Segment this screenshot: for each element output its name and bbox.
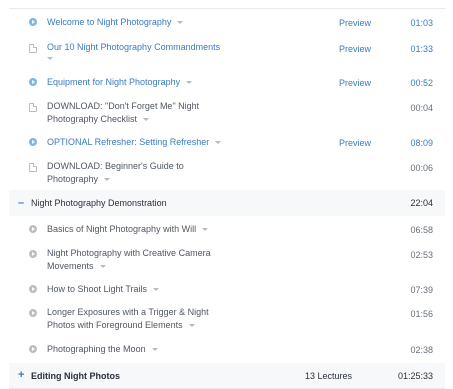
section-title[interactable]: Editing Night Photos bbox=[31, 371, 120, 381]
play-icon bbox=[29, 345, 37, 353]
lecture-title[interactable]: Longer Exposures with a Trigger & Night P… bbox=[47, 306, 209, 332]
expand-icon[interactable]: + bbox=[18, 369, 24, 381]
section-duration: 01:25:33 bbox=[397, 371, 433, 381]
document-icon bbox=[29, 44, 37, 53]
chevron-down-icon[interactable] bbox=[215, 141, 222, 144]
lecture-row[interactable]: Welcome to Night Photography Preview 01:… bbox=[9, 9, 445, 37]
chevron-down-icon[interactable] bbox=[99, 265, 106, 268]
lecture-row[interactable]: How to Shoot Light Trails 07:39 bbox=[9, 276, 445, 303]
document-icon bbox=[29, 163, 37, 172]
lecture-title[interactable]: DOWNLOAD: "Don't Forget Me" Night Photogr… bbox=[47, 100, 199, 126]
play-icon bbox=[29, 285, 37, 293]
lecture-title-text: Equipment for Night Photography bbox=[47, 77, 181, 87]
chevron-down-icon[interactable] bbox=[104, 178, 111, 181]
lecture-row[interactable]: Longer Exposures with a Trigger & Night P… bbox=[9, 302, 445, 336]
document-icon bbox=[29, 103, 37, 112]
collapse-icon[interactable]: – bbox=[18, 197, 24, 209]
lecture-row[interactable]: OPTIONAL Refresher: Setting Refresher Pr… bbox=[9, 129, 445, 157]
lecture-title[interactable]: How to Shoot Light Trails bbox=[47, 283, 160, 296]
lecture-title-text: DOWNLOAD: "Don't Forget Me" Night bbox=[47, 101, 200, 111]
play-icon bbox=[29, 138, 37, 146]
lecture-title[interactable]: Equipment for Night Photography bbox=[47, 76, 193, 89]
lecture-duration: 07:39 bbox=[410, 285, 433, 295]
section-title[interactable]: Night Photography Demonstration bbox=[31, 198, 167, 208]
lecture-title-text: OPTIONAL Refresher: Setting Refresher bbox=[47, 137, 210, 147]
lecture-title-text: Our 10 Night Photography Commandments bbox=[47, 42, 221, 52]
play-icon bbox=[29, 78, 37, 86]
section-duration: 22:04 bbox=[410, 198, 433, 208]
lecture-title[interactable]: OPTIONAL Refresher: Setting Refresher bbox=[47, 136, 222, 149]
play-icon bbox=[29, 250, 37, 258]
chevron-down-icon[interactable] bbox=[47, 57, 53, 60]
section-header[interactable]: + Editing Night Photos 13 Lectures 01:25… bbox=[9, 363, 445, 389]
lecture-duration: 01:03 bbox=[410, 18, 433, 28]
lecture-duration: 02:53 bbox=[410, 250, 433, 260]
lecture-title-text: Longer Exposures with a Trigger & Night bbox=[47, 307, 209, 317]
lecture-title[interactable]: Photographing the Moon bbox=[47, 343, 158, 356]
lecture-row[interactable]: Basics of Night Photography with Will 06… bbox=[9, 216, 445, 244]
top-divider bbox=[9, 0, 445, 9]
play-icon bbox=[29, 18, 37, 26]
lecture-duration: 00:04 bbox=[410, 103, 433, 113]
lecture-title-text: Welcome to Night Photography bbox=[47, 17, 172, 27]
lecture-title-text-line2: Photos with Foreground Elements bbox=[47, 320, 183, 330]
lecture-title[interactable]: Night Photography with Creative Camera Mo… bbox=[47, 247, 211, 273]
lecture-row[interactable]: Photographing the Moon 02:38 bbox=[9, 335, 445, 364]
lecture-duration: 01:56 bbox=[410, 309, 433, 319]
lecture-count: 13 Lectures bbox=[305, 371, 353, 381]
chevron-down-icon[interactable] bbox=[151, 348, 158, 351]
chevron-down-icon[interactable] bbox=[153, 288, 160, 291]
lecture-title-text: DOWNLOAD: Beginner's Guide to bbox=[47, 161, 184, 171]
chevron-down-icon[interactable] bbox=[143, 118, 150, 121]
chevron-down-icon[interactable] bbox=[188, 324, 195, 327]
lecture-title-text: Night Photography with Creative Camera bbox=[47, 248, 211, 258]
lecture-title-text-line2: Photography Checklist bbox=[47, 114, 138, 124]
preview-link[interactable]: Preview bbox=[339, 138, 371, 148]
lecture-duration: 00:52 bbox=[410, 78, 433, 88]
play-icon bbox=[29, 309, 37, 317]
lecture-title-text: Basics of Night Photography with Will bbox=[47, 224, 197, 234]
lecture-title[interactable]: Basics of Night Photography with Will bbox=[47, 223, 209, 236]
chevron-down-icon[interactable] bbox=[186, 81, 193, 84]
section-header[interactable]: – Night Photography Demonstration 22:04 bbox=[9, 190, 445, 217]
lecture-row[interactable]: Our 10 Night Photography Commandments Pr… bbox=[9, 36, 445, 70]
lecture-title[interactable]: Welcome to Night Photography bbox=[47, 16, 184, 29]
lecture-duration: 08:09 bbox=[410, 138, 433, 148]
lecture-title[interactable]: DOWNLOAD: Beginner's Guide to Photography bbox=[47, 160, 184, 186]
chevron-down-icon[interactable] bbox=[177, 21, 184, 24]
lecture-title-text: How to Shoot Light Trails bbox=[47, 284, 148, 294]
lecture-row[interactable]: Night Photography with Creative Camera Mo… bbox=[9, 243, 445, 277]
lecture-row[interactable]: DOWNLOAD: "Don't Forget Me" Night Photogr… bbox=[9, 96, 445, 130]
lecture-duration: 02:38 bbox=[410, 345, 433, 355]
chevron-down-icon[interactable] bbox=[202, 228, 209, 231]
curriculum-list: Welcome to Night Photography Preview 01:… bbox=[0, 0, 453, 389]
lecture-duration: 01:33 bbox=[410, 44, 433, 54]
lecture-title-text: Photographing the Moon bbox=[47, 344, 146, 354]
lecture-title[interactable]: Our 10 Night Photography Commandments bbox=[47, 41, 220, 60]
play-icon bbox=[29, 225, 37, 233]
lecture-duration: 06:58 bbox=[410, 225, 433, 235]
preview-link[interactable]: Preview bbox=[339, 78, 371, 88]
lecture-title-text-line2: Movements bbox=[47, 261, 94, 271]
lecture-duration: 00:06 bbox=[410, 163, 433, 173]
preview-link[interactable]: Preview bbox=[339, 18, 371, 28]
lecture-row[interactable]: DOWNLOAD: Beginner's Guide to Photography… bbox=[9, 156, 445, 191]
lecture-title-text-line2: Photography bbox=[47, 174, 99, 184]
preview-link[interactable]: Preview bbox=[339, 44, 371, 54]
lecture-row[interactable]: Equipment for Night Photography Preview … bbox=[9, 69, 445, 97]
